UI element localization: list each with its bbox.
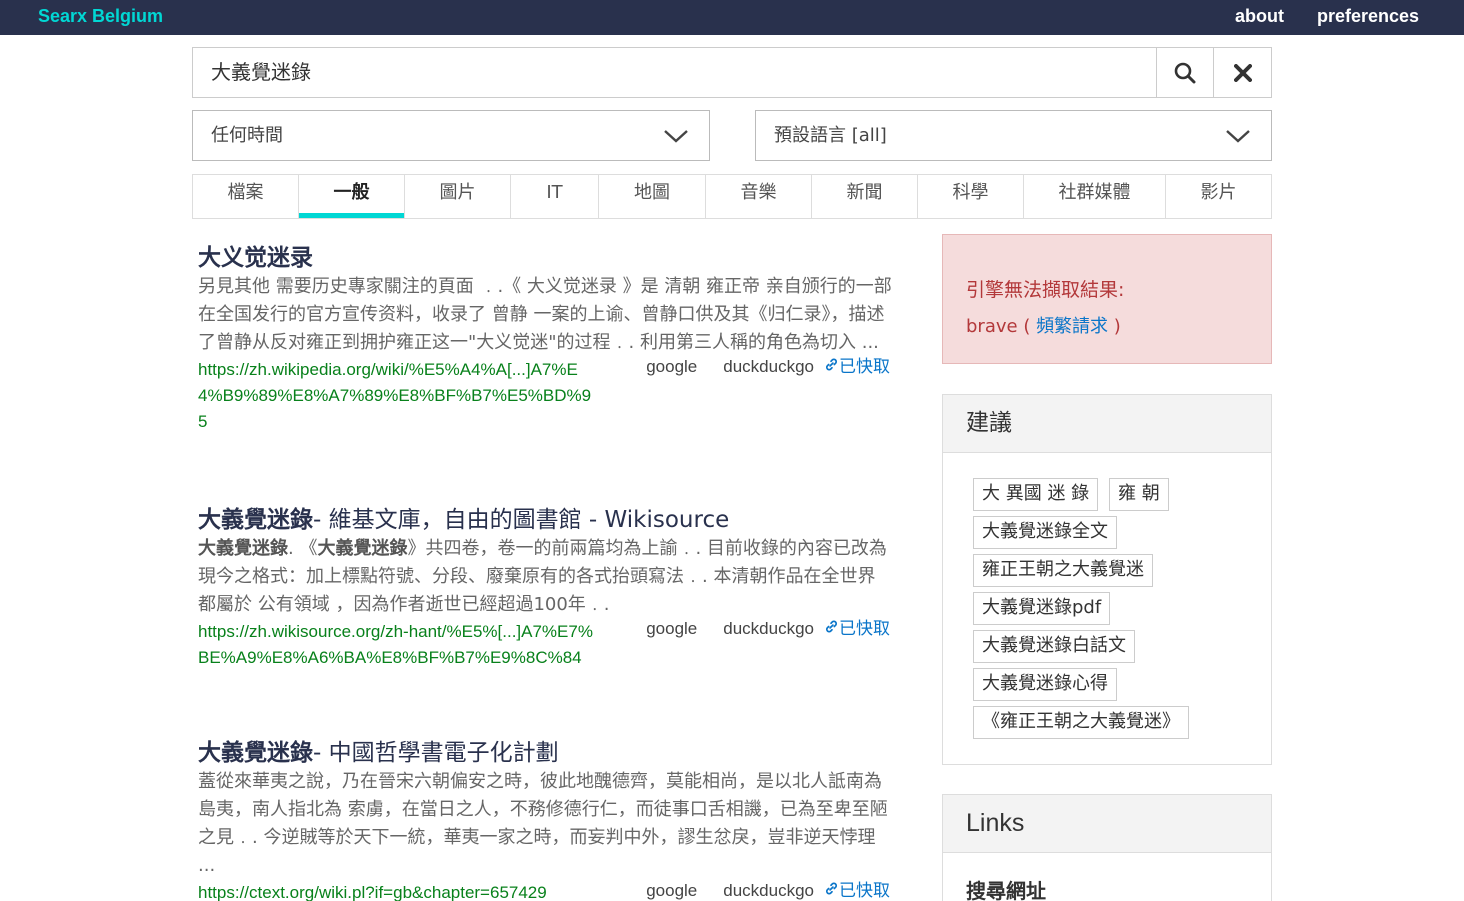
- suggestion-button[interactable]: 大義覺迷錄心得: [973, 668, 1117, 701]
- chevron-down-icon: [1226, 130, 1250, 143]
- result-engines: google duckduckgo 已快取: [620, 614, 890, 639]
- error-engine-line: brave ( 頻繁請求 ): [966, 316, 1121, 337]
- search-input[interactable]: 大義覺迷錄: [192, 47, 1157, 98]
- link-icon: [826, 620, 837, 633]
- tab-science[interactable]: 科學: [918, 175, 1024, 218]
- link-icon: [826, 358, 837, 371]
- suggestion-button[interactable]: 大義覺迷錄全文: [973, 516, 1117, 549]
- engine-error-alert: 引擎無法擷取結果: brave ( 頻繁請求 ): [942, 234, 1272, 364]
- cached-link[interactable]: 已快取: [824, 619, 890, 638]
- brand-logo-link[interactable]: Searx Belgium: [38, 6, 163, 27]
- tab-images[interactable]: 圖片: [405, 175, 511, 218]
- engine-label: google: [646, 357, 698, 376]
- search-result: 大义觉迷录 另見其他 需要历史專家關注的頁面 ﹒.《 大义觉迷录 》是 清朝 雍…: [198, 243, 898, 435]
- result-title-link[interactable]: 大义觉迷录: [198, 243, 898, 273]
- time-range-select[interactable]: 任何時間: [192, 110, 710, 161]
- clear-search-button[interactable]: [1213, 47, 1272, 98]
- result-engines: google duckduckgo 已快取: [620, 876, 890, 901]
- tab-files[interactable]: 檔案: [193, 175, 299, 218]
- cached-link[interactable]: 已快取: [824, 357, 890, 376]
- top-navbar: Searx Belgium about preferences: [0, 0, 1464, 35]
- result-url[interactable]: https://zh.wikisource.org/zh-hant/%E5%[.…: [198, 619, 598, 671]
- error-engine-name: brave: [966, 316, 1018, 337]
- engine-label: google: [646, 619, 698, 638]
- tab-general[interactable]: 一般: [299, 175, 405, 218]
- tab-music[interactable]: 音樂: [706, 175, 812, 218]
- tab-news[interactable]: 新聞: [812, 175, 918, 218]
- about-link[interactable]: about: [1235, 6, 1284, 27]
- error-reason-link[interactable]: 頻繁請求: [1036, 316, 1108, 337]
- result-snippet: 大義覺迷錄. 《大義覺迷錄》共四卷，卷一的前兩篇均為上諭﹒. 目前收錄的內容已改…: [198, 538, 887, 615]
- suggestion-button[interactable]: 大 異國 迷 錄: [973, 478, 1099, 511]
- suggestion-button[interactable]: 大義覺迷錄pdf: [973, 592, 1111, 625]
- suggestion-button[interactable]: 雍正王朝之大義覺迷: [973, 554, 1153, 587]
- language-select[interactable]: 預設語言 [all]: [755, 110, 1272, 161]
- tab-map[interactable]: 地圖: [599, 175, 706, 218]
- cached-link[interactable]: 已快取: [824, 881, 890, 900]
- result-url[interactable]: https://ctext.org/wiki.pl?if=gb&chapter=…: [198, 880, 618, 901]
- suggestions-panel: 建議 大 異國 迷 錄 雍 朝 大義覺迷錄全文 雍正王朝之大義覺迷 大義覺迷錄p…: [942, 394, 1272, 765]
- suggestion-button[interactable]: 《雍正王朝之大義覺迷》: [973, 706, 1189, 739]
- search-result: 大義覺迷錄- 維基文庫，自由的圖書館 - Wikisource 大義覺迷錄. 《…: [198, 505, 898, 671]
- category-tabs: 檔案 一般 圖片 IT 地圖 音樂 新聞 科學 社群媒體 影片: [192, 174, 1272, 219]
- result-title-link[interactable]: 大義覺迷錄- 中國哲學書電子化計劃: [198, 738, 898, 768]
- tab-social-media[interactable]: 社群媒體: [1024, 175, 1166, 218]
- tab-videos[interactable]: 影片: [1166, 175, 1271, 218]
- result-title-link[interactable]: 大義覺迷錄- 維基文庫，自由的圖書館 - Wikisource: [198, 505, 898, 535]
- link-icon: [826, 882, 837, 895]
- search-button[interactable]: [1156, 47, 1214, 98]
- time-range-value: 任何時間: [211, 125, 283, 146]
- links-panel: Links 搜尋網址: [942, 794, 1272, 901]
- search-icon: [1174, 62, 1196, 83]
- search-url-label: 搜尋網址: [966, 879, 1046, 901]
- result-snippet: 蓋從來華夷之說，乃在晉宋六朝偏安之時，彼此地醜德齊，莫能相尚，是以北人詆南為島夷…: [198, 771, 888, 876]
- preferences-link[interactable]: preferences: [1317, 6, 1419, 27]
- engine-label: google: [646, 881, 698, 900]
- engine-label: duckduckgo: [723, 357, 814, 376]
- chevron-down-icon: [664, 130, 688, 143]
- close-icon: [1233, 63, 1252, 82]
- error-title: 引擎無法擷取結果:: [966, 279, 1125, 301]
- tab-it[interactable]: IT: [511, 175, 599, 218]
- suggestions-heading: 建議: [943, 395, 1271, 453]
- links-heading: Links: [943, 795, 1271, 853]
- suggestion-button[interactable]: 雍 朝: [1109, 478, 1169, 511]
- search-result: 大義覺迷錄- 中國哲學書電子化計劃 蓋從來華夷之說，乃在晉宋六朝偏安之時，彼此地…: [198, 738, 898, 901]
- result-engines: google duckduckgo 已快取: [620, 352, 890, 377]
- engine-label: duckduckgo: [723, 881, 814, 900]
- result-snippet: 另見其他 需要历史專家關注的頁面 ﹒.《 大义觉迷录 》是 清朝 雍正帝 亲自颁…: [198, 276, 892, 353]
- result-url[interactable]: https://zh.wikipedia.org/wiki/%E5%A4%A[.…: [198, 357, 598, 435]
- language-value: 預設語言 [all]: [774, 125, 887, 146]
- suggestion-button[interactable]: 大義覺迷錄白話文: [973, 630, 1135, 663]
- engine-label: duckduckgo: [723, 619, 814, 638]
